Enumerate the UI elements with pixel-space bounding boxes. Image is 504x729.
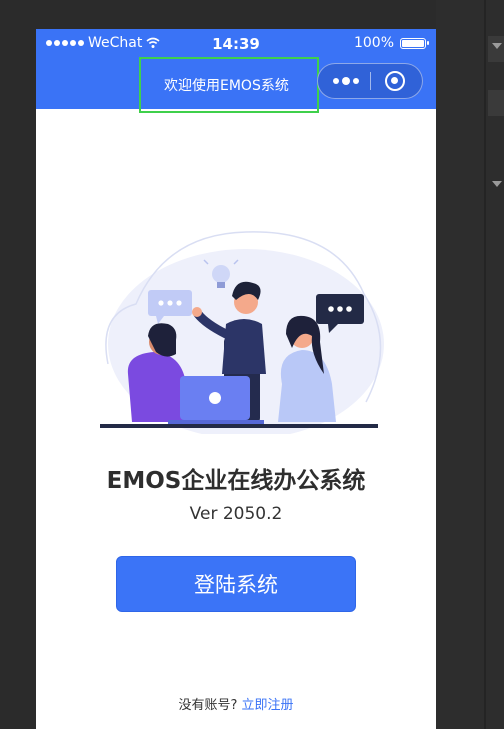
capsule-divider: [370, 72, 371, 90]
navigation-bar: 欢迎使用EMOS系统: [36, 57, 436, 113]
status-bar: WeChat 14:39 100%: [36, 29, 436, 59]
register-row: 没有账号? 立即注册: [36, 694, 436, 713]
login-button[interactable]: 登陆系统: [116, 556, 356, 612]
menu-capsule: [317, 63, 423, 99]
team-illustration: [100, 231, 384, 434]
devtools-divider[interactable]: [484, 0, 486, 729]
close-icon[interactable]: [385, 71, 405, 91]
status-right: 100%: [353, 35, 429, 51]
devtools-panel: [436, 0, 504, 729]
register-link[interactable]: 立即注册: [241, 698, 293, 713]
devtools-bar: [488, 90, 504, 116]
no-account-text: 没有账号?: [178, 698, 238, 713]
page-title: 欢迎使用EMOS系统: [164, 78, 289, 94]
battery-percent: 100%: [353, 35, 394, 51]
chevron-down-icon[interactable]: [492, 181, 502, 187]
battery-icon: [400, 37, 429, 49]
more-icon[interactable]: [328, 64, 364, 98]
phone-simulator: WeChat 14:39 100% 欢迎使用EMOS系统 EMOS企业在线办公系…: [36, 29, 436, 729]
chevron-down-icon[interactable]: [492, 43, 502, 49]
app-title: EMOS企业在线办公系统: [106, 468, 366, 494]
version-label: Ver 2050.2: [189, 504, 283, 524]
devtools-bar: [488, 36, 504, 62]
